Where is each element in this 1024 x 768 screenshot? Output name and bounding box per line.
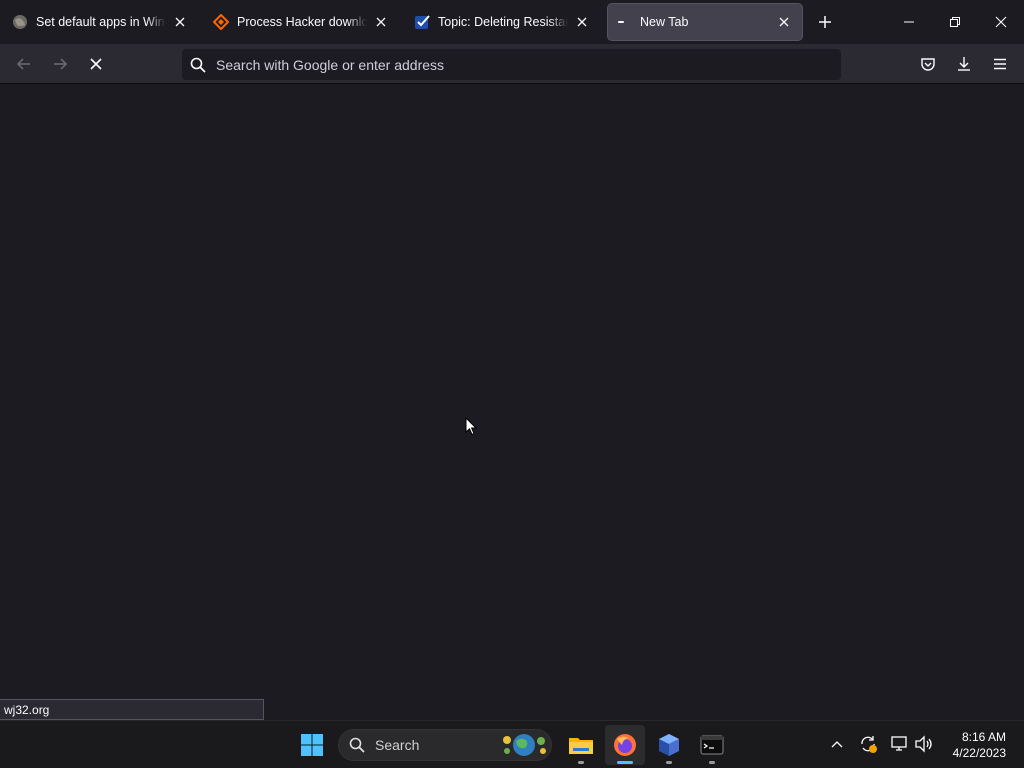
close-icon[interactable] [170,12,190,32]
tab-strip: Set default apps in Windows Process Hack… [0,0,1024,44]
plus-icon [819,16,831,28]
close-icon[interactable] [572,12,592,32]
tab-process-hacker[interactable]: Process Hacker download | [205,4,399,40]
minimize-button[interactable] [886,0,932,44]
tray-network[interactable] [889,733,911,755]
restore-button[interactable] [932,0,978,44]
tab-set-default-apps[interactable]: Set default apps in Windows [4,4,198,40]
tray-volume[interactable] [913,733,935,755]
pocket-icon [921,58,935,71]
screen: Set default apps in Windows Process Hack… [0,0,1024,768]
taskbar-clock[interactable]: 8:16 AM 4/22/2023 [953,729,1006,761]
back-button[interactable] [8,48,40,80]
hamburger-menu-icon [994,58,1006,70]
arrow-right-icon [54,58,68,70]
stop-loading-button[interactable] [80,48,112,80]
speaker-icon [915,735,932,753]
start-button[interactable] [292,725,332,765]
tab-title: New Tab [640,15,689,29]
address-bar[interactable] [182,49,841,80]
close-icon[interactable] [371,12,391,32]
taskbar-terminal[interactable] [692,725,732,765]
tab-title: Process Hacker download | [237,15,367,29]
restore-icon [950,17,960,27]
taskbar-firefox[interactable] [605,725,645,765]
running-indicator [666,761,672,764]
close-icon [995,16,1007,28]
page-content[interactable] [0,85,1024,720]
start-windows-icon [301,734,323,756]
clock-time: 8:16 AM [961,730,1006,744]
navigation-toolbar [0,44,1024,84]
downloads-button[interactable] [948,48,980,80]
firefox-icon [614,734,636,756]
taskbar-search[interactable]: Search [338,729,552,761]
sync-alert-icon [861,736,877,753]
stop-x-icon [90,58,102,70]
network-icon [891,736,907,751]
sourceforge-favicon-icon [213,14,229,30]
download-icon [958,57,970,71]
clock-date: 4/22/2023 [952,746,1006,760]
taskbar-search-label: Search [375,737,420,753]
taskbar-app-cube[interactable] [649,725,689,765]
app-cube-icon [659,734,679,756]
tab-topic-deleting[interactable]: Topic: Deleting Resistant Wi [406,4,600,40]
terminal-icon [700,735,724,755]
tab-new-tab[interactable]: New Tab [608,4,802,40]
taskbar-file-explorer[interactable] [561,725,601,765]
app-menu-button[interactable] [984,48,1016,80]
forward-button[interactable] [44,48,76,80]
pocket-button[interactable] [912,48,944,80]
globe-favicon-icon [12,14,28,30]
close-icon[interactable] [774,12,794,32]
search-icon [349,737,365,753]
checkbox-favicon-icon [414,14,430,30]
close-window-button[interactable] [978,0,1024,44]
loading-dot-icon [616,14,632,30]
active-indicator [617,761,633,764]
minimize-icon [904,21,914,23]
new-tab-button[interactable] [812,9,838,35]
url-input[interactable] [216,56,816,73]
taskbar: Search 8:16 AM 4/22/2023 [0,720,1024,768]
running-indicator [578,761,584,764]
search-icon [190,57,206,73]
running-indicator [709,761,715,764]
tab-title: Set default apps in Windows [36,15,166,29]
tray-sync[interactable] [857,733,879,755]
earth-day-illustration-icon [503,734,546,756]
arrow-left-icon [16,58,30,70]
mouse-pointer-icon [465,416,478,436]
show-hidden-icons-button[interactable] [826,733,848,755]
chevron-up-icon [831,741,843,748]
status-panel: wj32.org [0,699,264,720]
tab-title: Topic: Deleting Resistant Wi [438,15,568,29]
file-explorer-icon [569,738,593,754]
